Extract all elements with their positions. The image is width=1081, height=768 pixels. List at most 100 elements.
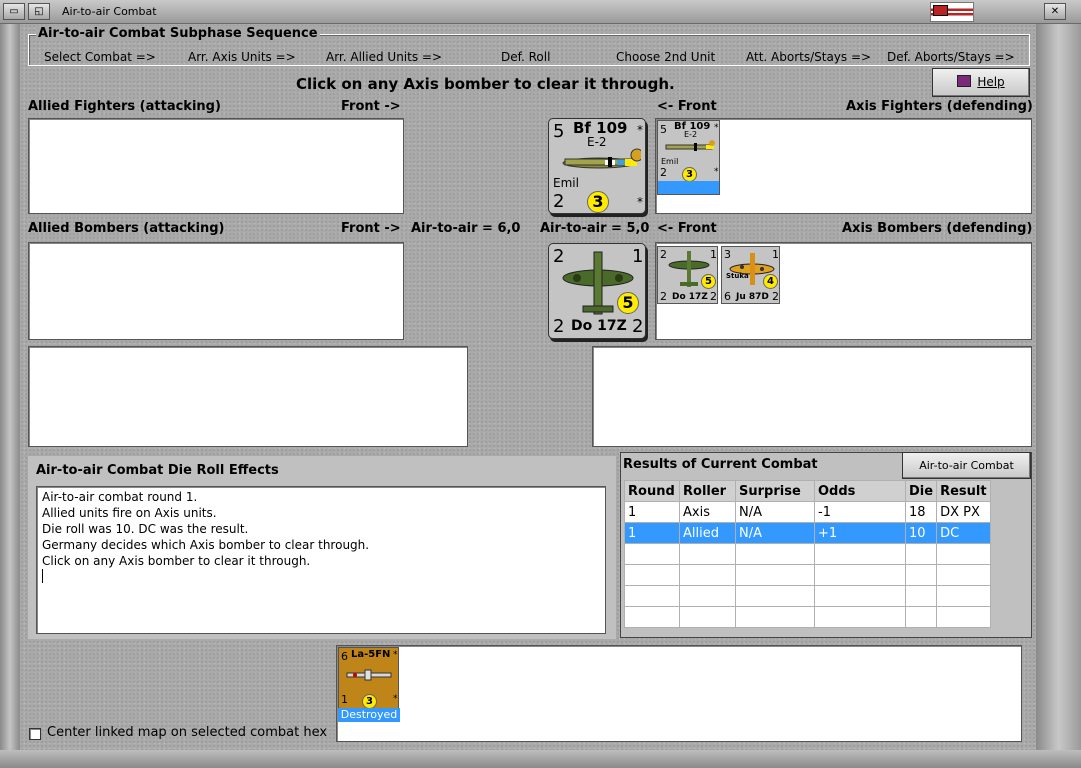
effects-log[interactable]: Air-to-air combat round 1. Allied units … <box>36 486 606 634</box>
table-row-empty <box>624 543 992 565</box>
cell-odds: -1 <box>814 501 906 523</box>
table-row-empty <box>624 564 992 586</box>
center-map-label[interactable]: Center linked map on selected combat hex <box>47 725 327 740</box>
counter-tactical-value: 2 <box>632 316 644 337</box>
mini-range-circle: 4 <box>763 274 778 289</box>
mini-bombing: 2 <box>660 290 667 303</box>
col-result[interactable]: Result <box>936 480 992 502</box>
counter-name: Do 17Z <box>571 318 627 334</box>
axis-air-to-air: Air-to-air = 5,0 <box>540 221 650 236</box>
front-right-label-2: Front -> <box>341 221 401 236</box>
german-flag-icon <box>930 2 974 22</box>
la5fn-plane-icon <box>346 669 392 681</box>
axis-bomber-counter-do17z[interactable]: 2 1 5 2 Do 17Z 2 <box>657 246 718 304</box>
mini-defense: 1 <box>710 248 717 261</box>
counter-bombing-value: 2 <box>553 316 565 337</box>
help-button[interactable]: Help <box>932 68 1030 97</box>
seq-att-aborts: Att. Aborts/Stays => <box>746 50 872 64</box>
mini-range-circle: 5 <box>701 274 716 289</box>
mini-star-2: * <box>714 167 719 177</box>
mini-defense: 1 <box>341 693 348 706</box>
seq-def-roll: Def. Roll <box>501 50 551 64</box>
selected-axis-bomber-counter[interactable]: 2 1 5 2 Do 17Z 2 <box>548 243 646 339</box>
col-die[interactable]: Die <box>904 480 938 502</box>
effects-line: Allied units fire on Axis units. <box>42 506 217 520</box>
mini-name: Ju 87D <box>736 292 769 302</box>
col-odds[interactable]: Odds <box>814 480 906 502</box>
mini-star: * <box>393 650 398 660</box>
seq-def-aborts: Def. Aborts/Stays => <box>887 50 1015 64</box>
results-table: Round Roller Surprise Odds Die Result 1 … <box>624 480 992 628</box>
help-label: Help <box>977 75 1005 89</box>
seq-arr-axis: Arr. Axis Units => <box>188 50 296 64</box>
bf109-plane-icon <box>665 140 715 151</box>
axis-fighter-counter[interactable]: 5 Bf 109 E-2 * Emil 2 3 * <box>657 120 720 195</box>
front-left-label: <- Front <box>657 99 717 114</box>
selection-bar <box>658 181 719 194</box>
cell-surprise: N/A <box>735 501 815 523</box>
mini-attack: 6 <box>341 650 348 663</box>
title-bar[interactable]: ▭ ◱ Air-to-air Combat ✕ <box>0 0 1081 24</box>
counter-attack-value: 5 <box>553 121 565 142</box>
window-frame-left <box>0 24 20 768</box>
selected-axis-fighter-counter[interactable]: 5 Bf 109 E-2 * Emil 2 3 * <box>548 118 646 214</box>
sequence-title: Air-to-air Combat Subphase Sequence <box>36 26 320 41</box>
destroyed-status-label: Destroyed <box>338 708 400 722</box>
col-round[interactable]: Round <box>624 480 680 502</box>
cell-round: 1 <box>624 501 680 523</box>
col-surprise[interactable]: Surprise <box>735 480 815 502</box>
table-row-selected[interactable]: 1 Allied N/A +1 10 DC <box>624 522 992 544</box>
mini-tactical: 2 <box>710 290 717 303</box>
effects-title: Air-to-air Combat Die Roll Effects <box>36 463 279 478</box>
window-frame-bottom <box>0 750 1081 768</box>
allied-bombers-box[interactable] <box>28 242 404 340</box>
counter-star-2: * <box>637 195 643 209</box>
center-map-checkbox[interactable] <box>29 728 41 740</box>
cell-round: 1 <box>624 522 680 544</box>
cell-result: DX PX <box>936 501 992 523</box>
air-combat-chart-button[interactable]: Air-to-air Combat Chart <box>902 452 1031 497</box>
axis-aborted-box[interactable] <box>592 346 1032 447</box>
allied-fighters-box[interactable] <box>28 118 404 214</box>
mini-range-circle: 3 <box>362 694 377 709</box>
axis-bombers-label: Axis Bombers (defending) <box>842 221 1033 236</box>
table-row-empty <box>624 606 992 628</box>
instruction-text: Click on any Axis bomber to clear it thr… <box>296 75 675 93</box>
seq-select-combat: Select Combat => <box>44 50 156 64</box>
destroyed-units-box[interactable] <box>336 645 1022 742</box>
mini-defense: 2 <box>660 166 667 179</box>
mini-nickname: Stuka <box>726 272 749 280</box>
mini-range-circle: 3 <box>682 167 697 182</box>
allied-bombers-label: Allied Bombers (attacking) <box>28 221 225 236</box>
axis-fighters-label: Axis Fighters (defending) <box>846 99 1033 114</box>
effects-line: Die roll was 10. DC was the result. <box>42 522 249 536</box>
axis-bomber-counter-ju87d[interactable]: 3 1 Stuka 4 6 Ju 87D 2 <box>721 246 780 304</box>
results-title: Results of Current Combat <box>623 457 818 472</box>
cell-die: 10 <box>904 522 938 544</box>
table-row[interactable]: 1 Axis N/A -1 18 DX PX <box>624 501 992 523</box>
window-title: Air-to-air Combat <box>62 5 157 18</box>
cell-odds: +1 <box>814 522 906 544</box>
mini-attack: 2 <box>660 248 667 261</box>
cell-surprise: N/A <box>735 522 815 544</box>
bf109-plane-icon <box>562 148 641 169</box>
table-row-empty <box>624 585 992 607</box>
restore-button[interactable]: ◱ <box>28 3 50 20</box>
system-menu-button[interactable]: ▭ <box>3 3 25 20</box>
effects-line: Click on any Axis bomber to clear it thr… <box>42 554 311 568</box>
counter-range-circle: 3 <box>587 191 609 213</box>
counter-defense-value: 2 <box>553 191 565 212</box>
cell-roller: Axis <box>679 501 736 523</box>
col-roller[interactable]: Roller <box>679 480 736 502</box>
effects-line: Air-to-air combat round 1. <box>42 490 198 504</box>
mini-name: La-5FN <box>351 649 391 660</box>
allied-air-to-air: Air-to-air = 6,0 <box>411 221 521 236</box>
counter-star: * <box>637 123 643 137</box>
close-button[interactable]: ✕ <box>1044 3 1066 20</box>
effects-line: Germany decides which Axis bomber to cle… <box>42 538 370 552</box>
mini-bombing: 6 <box>724 290 731 303</box>
mini-nickname: Emil <box>661 157 679 166</box>
mini-star: * <box>714 123 719 133</box>
allied-aborted-box[interactable] <box>28 346 468 447</box>
mini-tactical: 2 <box>772 290 779 303</box>
